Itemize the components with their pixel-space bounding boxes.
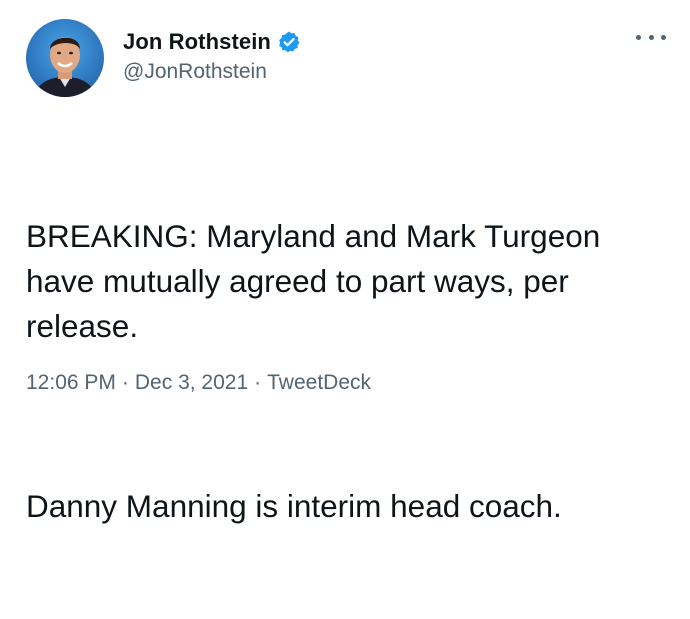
meta-separator: · xyxy=(254,371,262,394)
tweet-date[interactable]: Dec 3, 2021 xyxy=(135,371,248,395)
author-name-row: Jon Rothstein xyxy=(123,27,301,57)
author-handle[interactable]: @JonRothstein xyxy=(123,60,267,84)
tweet-meta: 12:06 PM · Dec 3, 2021 · TweetDeck xyxy=(26,371,371,395)
tweet-paragraph: BREAKING: Maryland and Mark Turgeon have… xyxy=(26,218,610,344)
tweet-source[interactable]: TweetDeck xyxy=(267,371,371,395)
more-options-icon[interactable] xyxy=(636,27,666,47)
author-avatar[interactable] xyxy=(26,19,104,97)
tweet-card: Jon Rothstein @JonRothstein BREAKING: Ma… xyxy=(0,0,690,524)
more-dot xyxy=(661,34,666,40)
author-display-name[interactable]: Jon Rothstein xyxy=(123,29,271,55)
more-dot xyxy=(648,34,654,40)
more-dot xyxy=(636,34,641,40)
verified-badge-icon xyxy=(277,30,301,54)
avatar-image xyxy=(26,19,104,97)
tweet-time[interactable]: 12:06 PM xyxy=(26,371,116,395)
meta-separator: · xyxy=(121,371,129,394)
tweet-paragraph: Danny Manning is interim head coach. xyxy=(26,488,562,524)
